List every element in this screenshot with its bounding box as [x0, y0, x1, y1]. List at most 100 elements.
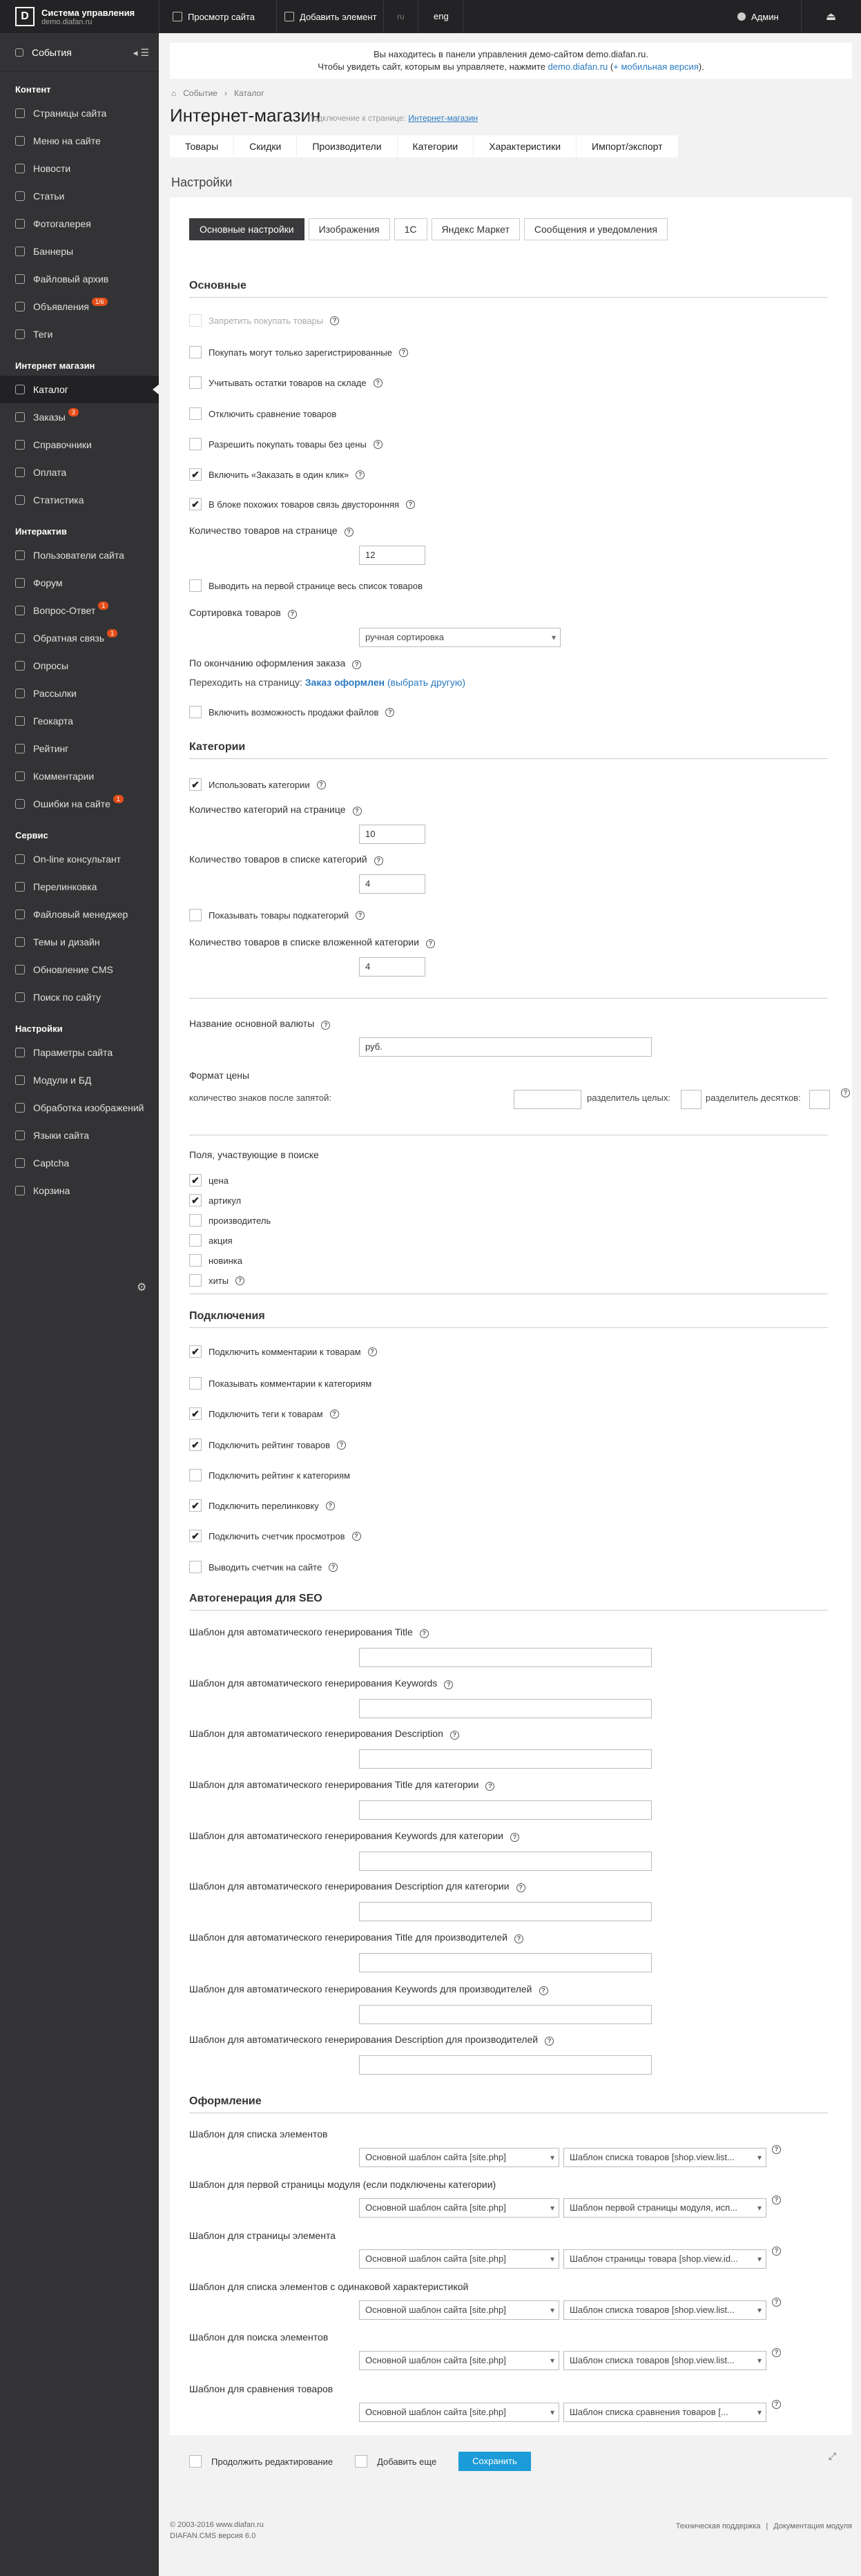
checkbox[interactable] [189, 1274, 202, 1287]
select-dropdown[interactable]: Шаблон списка товаров [shop.view.list... [563, 2351, 766, 2370]
help-icon[interactable]: ? [772, 2195, 781, 2204]
sidebar-item[interactable]: Опросы [0, 652, 159, 680]
text-input[interactable] [359, 1648, 652, 1667]
help-icon[interactable]: ? [367, 1347, 377, 1356]
order-page-link[interactable]: Заказ оформлен [305, 677, 385, 688]
tab-3[interactable]: Категории [398, 135, 474, 157]
sidebar-item[interactable]: Статьи [0, 182, 159, 210]
select-dropdown[interactable]: Шаблон списка сравнения товаров [... [563, 2403, 766, 2422]
sidebar-item[interactable]: Файловый менеджер [0, 901, 159, 928]
help-icon[interactable]: ? [772, 2348, 781, 2357]
subtab-3[interactable]: Яндекс Маркет [431, 218, 520, 240]
checkbox[interactable]: ✔ [189, 1345, 202, 1358]
help-icon[interactable]: ? [485, 1782, 495, 1791]
text-input[interactable]: 4 [359, 874, 425, 894]
help-icon[interactable]: ? [344, 528, 354, 537]
sidebar-item[interactable]: Обратная связь 1 [0, 624, 159, 652]
sidebar-events[interactable]: События ◂ ☰ [0, 33, 159, 72]
text-input[interactable] [359, 2055, 652, 2075]
collapse-menu-icon[interactable]: ◂ ☰ [133, 47, 149, 59]
text-input[interactable] [514, 1090, 581, 1109]
sidebar-item[interactable]: Страницы сайта [0, 99, 159, 127]
subtab-2[interactable]: 1С [394, 218, 427, 240]
checkbox[interactable] [189, 438, 202, 450]
lang-ru-button[interactable]: ru [397, 0, 405, 33]
save-button[interactable]: Сохранить [458, 2452, 531, 2471]
checkbox[interactable]: ✔ [189, 1407, 202, 1420]
help-icon[interactable]: ? [539, 1986, 548, 1995]
mobile-link[interactable]: + мобильная версия [613, 61, 699, 72]
sidebar-item[interactable]: Captcha [0, 1149, 159, 1177]
lang-en-button[interactable]: eng [434, 0, 449, 33]
logout-icon[interactable]: ⏏ [826, 10, 836, 23]
checkbox[interactable]: ✔ [189, 468, 202, 481]
help-icon[interactable]: ? [841, 1088, 850, 1097]
checkbox[interactable]: ✔ [189, 1174, 202, 1186]
logo[interactable]: D Система управления demo.diafan.ru [0, 0, 159, 33]
help-icon[interactable]: ? [444, 1680, 454, 1689]
sidebar-item[interactable]: Каталог [0, 376, 159, 403]
checkbox[interactable]: ✔ [189, 498, 202, 510]
tab-2[interactable]: Производители [297, 135, 398, 157]
text-input[interactable] [359, 1749, 652, 1769]
subtab-1[interactable]: Изображения [308, 218, 390, 240]
help-icon[interactable]: ? [425, 939, 435, 948]
help-icon[interactable]: ? [287, 610, 297, 619]
checkbox[interactable] [189, 1377, 202, 1390]
checkbox[interactable] [189, 1469, 202, 1481]
checkbox[interactable] [189, 407, 202, 420]
help-icon[interactable]: ? [325, 1501, 335, 1510]
help-icon[interactable]: ? [337, 1440, 346, 1450]
help-icon[interactable]: ? [772, 2298, 781, 2307]
sidebar-item[interactable]: Фотогалерея [0, 210, 159, 238]
help-icon[interactable]: ? [316, 780, 326, 789]
help-icon[interactable]: ? [449, 1731, 459, 1740]
choose-other-link[interactable]: (выбрать другую) [385, 677, 465, 688]
sidebar-item[interactable]: Рейтинг [0, 735, 159, 762]
help-icon[interactable]: ? [356, 910, 365, 920]
sidebar-item[interactable]: Заказы 3 [0, 403, 159, 431]
crumb-home[interactable]: Событие [183, 88, 217, 98]
select-dropdown[interactable]: Шаблон первой страницы модуля, исп... [563, 2198, 766, 2218]
sidebar-item[interactable]: Ошибки на сайте 1 [0, 790, 159, 818]
sidebar-item[interactable]: Теги [0, 320, 159, 348]
help-icon[interactable]: ? [510, 1833, 519, 1842]
select-dropdown[interactable]: ручная сортировка [359, 628, 561, 647]
site-link[interactable]: demo.diafan.ru [548, 61, 608, 72]
sidebar-item[interactable]: Рассылки [0, 680, 159, 707]
help-icon[interactable]: ? [772, 2145, 781, 2154]
add-more-checkbox[interactable] [355, 2455, 368, 2468]
checkbox[interactable] [189, 579, 202, 592]
text-input[interactable]: 4 [359, 957, 425, 977]
text-input[interactable] [359, 1699, 652, 1718]
select-dropdown[interactable]: Основной шаблон сайта [site.php] [359, 2300, 559, 2320]
checkbox[interactable]: ✔ [189, 1439, 202, 1451]
checkbox[interactable] [189, 376, 202, 389]
help-icon[interactable]: ? [352, 660, 362, 669]
add-element-button[interactable]: Добавить элемент [284, 0, 377, 33]
checkbox[interactable] [189, 1234, 202, 1247]
text-input[interactable] [359, 1800, 652, 1820]
sidebar-item[interactable]: Геокарта [0, 707, 159, 735]
help-icon[interactable]: ? [373, 439, 383, 449]
view-site-button[interactable]: Просмотр сайта [173, 0, 255, 33]
sidebar-item[interactable]: Статистика [0, 486, 159, 514]
text-input[interactable] [359, 1953, 652, 1972]
tab-5[interactable]: Импорт/экспорт [577, 135, 679, 157]
continue-checkbox[interactable] [189, 2455, 202, 2468]
help-icon[interactable]: ? [374, 856, 383, 865]
sidebar-item[interactable]: Вопрос-Ответ 1 [0, 597, 159, 624]
checkbox[interactable] [189, 1254, 202, 1267]
sidebar-item[interactable]: On-line консультант [0, 845, 159, 873]
docs-link[interactable]: Документация модуля [773, 2521, 852, 2532]
text-input[interactable]: 10 [359, 825, 425, 844]
checkbox[interactable]: ✔ [189, 1530, 202, 1542]
home-icon[interactable]: ⌂ [171, 88, 176, 98]
select-dropdown[interactable]: Шаблон списка товаров [shop.view.list... [563, 2300, 766, 2320]
sidebar-item[interactable]: Языки сайта [0, 1122, 159, 1149]
checkbox[interactable] [189, 346, 202, 358]
help-icon[interactable]: ? [772, 2247, 781, 2256]
sidebar-item[interactable]: Файловый архив [0, 265, 159, 293]
checkbox[interactable] [189, 706, 202, 718]
help-icon[interactable]: ? [352, 807, 362, 816]
